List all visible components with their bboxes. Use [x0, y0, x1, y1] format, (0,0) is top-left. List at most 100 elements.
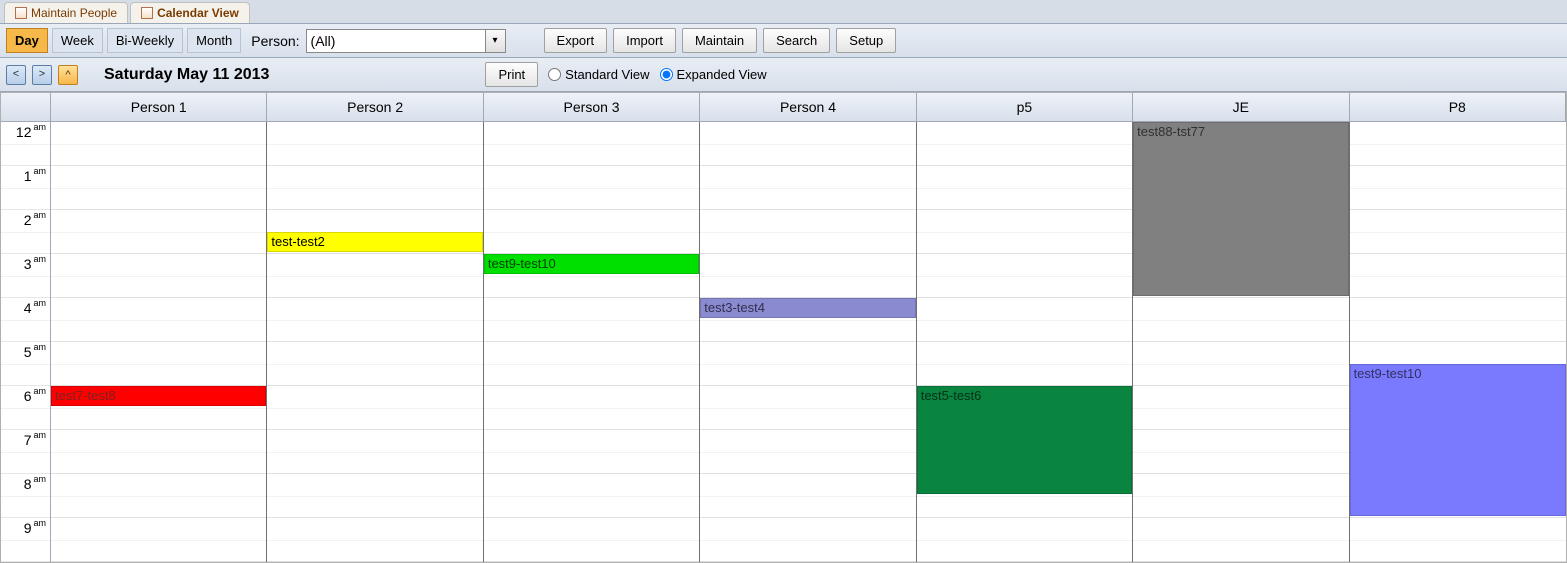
- hour-cell[interactable]: [917, 122, 1132, 166]
- hour-cell[interactable]: [700, 122, 915, 166]
- hour-cell[interactable]: [51, 210, 266, 254]
- range-month-button[interactable]: Month: [187, 28, 241, 53]
- hour-cell[interactable]: [917, 166, 1132, 210]
- hour-cell[interactable]: [267, 430, 482, 474]
- hour-cell[interactable]: [51, 298, 266, 342]
- export-button[interactable]: Export: [544, 28, 608, 53]
- time-row: 4am: [1, 298, 50, 342]
- hour-cell[interactable]: [267, 342, 482, 386]
- print-button[interactable]: Print: [485, 62, 538, 87]
- next-day-button[interactable]: >: [32, 65, 52, 85]
- hour-cell[interactable]: [917, 298, 1132, 342]
- hour-cell[interactable]: [484, 430, 699, 474]
- ampm-label: am: [33, 298, 46, 308]
- hour-cell[interactable]: [1133, 518, 1348, 562]
- hour-cell[interactable]: [700, 386, 915, 430]
- time-row: 12am: [1, 122, 50, 166]
- hour-cell[interactable]: [51, 122, 266, 166]
- hour-cell[interactable]: [1350, 166, 1566, 210]
- hour-cell[interactable]: [1350, 122, 1566, 166]
- hour-cell[interactable]: [51, 474, 266, 518]
- person-column[interactable]: test88-tst77: [1133, 122, 1349, 562]
- hour-cell[interactable]: [484, 518, 699, 562]
- hour-cell[interactable]: [484, 122, 699, 166]
- hour-cell[interactable]: [917, 342, 1132, 386]
- hour-cell[interactable]: [700, 474, 915, 518]
- hour-cell[interactable]: [484, 166, 699, 210]
- person-column[interactable]: test7-test8: [51, 122, 267, 562]
- ampm-label: am: [33, 210, 46, 220]
- hour-cell[interactable]: [700, 166, 915, 210]
- maintain-button[interactable]: Maintain: [682, 28, 757, 53]
- calendar-event[interactable]: test5-test6: [917, 386, 1132, 494]
- setup-button[interactable]: Setup: [836, 28, 896, 53]
- range-day-button[interactable]: Day: [6, 28, 48, 53]
- person-select[interactable]: [306, 29, 486, 53]
- expanded-view-radio-wrap[interactable]: Expanded View: [660, 67, 767, 82]
- hour-cell[interactable]: [484, 474, 699, 518]
- hour-cell[interactable]: [1350, 254, 1566, 298]
- person-select-dropdown-button[interactable]: ▾: [486, 29, 506, 53]
- standard-view-radio-wrap[interactable]: Standard View: [548, 67, 649, 82]
- person-column[interactable]: test9-test10: [484, 122, 700, 562]
- hour-cell[interactable]: [51, 254, 266, 298]
- hour-cell[interactable]: [1350, 518, 1566, 562]
- hour-cell[interactable]: [267, 518, 482, 562]
- import-button[interactable]: Import: [613, 28, 676, 53]
- search-button[interactable]: Search: [763, 28, 830, 53]
- tab-maintain-people[interactable]: Maintain People: [4, 2, 128, 23]
- time-row: 6am: [1, 386, 50, 430]
- time-row: 2am: [1, 210, 50, 254]
- hour-cell[interactable]: [484, 342, 699, 386]
- col-header: p5: [917, 93, 1133, 121]
- person-column[interactable]: test5-test6: [917, 122, 1133, 562]
- hour-cell[interactable]: [700, 254, 915, 298]
- hour-cell[interactable]: [484, 298, 699, 342]
- calendar-event[interactable]: test9-test10: [484, 254, 699, 274]
- hour-cell[interactable]: [917, 254, 1132, 298]
- calendar-event[interactable]: test-test2: [267, 232, 482, 252]
- person-column[interactable]: test-test2: [267, 122, 483, 562]
- current-date-label: Saturday May 11 2013: [104, 66, 269, 84]
- hour-cell[interactable]: [700, 210, 915, 254]
- header-corner: [1, 93, 51, 121]
- hour-cell[interactable]: [700, 518, 915, 562]
- expanded-view-radio[interactable]: [660, 68, 673, 81]
- tab-calendar-view[interactable]: Calendar View: [130, 2, 250, 23]
- calendar-event[interactable]: test9-test10: [1350, 364, 1566, 516]
- calendar-event[interactable]: test88-tst77: [1133, 122, 1348, 296]
- person-column[interactable]: test9-test10: [1350, 122, 1566, 562]
- hour-cell[interactable]: [1350, 298, 1566, 342]
- standard-view-radio[interactable]: [548, 68, 561, 81]
- hour-cell[interactable]: [267, 474, 482, 518]
- hour-cell[interactable]: [917, 518, 1132, 562]
- hour-cell[interactable]: [484, 386, 699, 430]
- hour-cell[interactable]: [267, 254, 482, 298]
- range-biweekly-button[interactable]: Bi-Weekly: [107, 28, 183, 53]
- hour-cell[interactable]: [1133, 386, 1348, 430]
- hour-cell[interactable]: [51, 430, 266, 474]
- hour-cell[interactable]: [700, 342, 915, 386]
- hour-cell[interactable]: [51, 518, 266, 562]
- calendar-event[interactable]: test7-test8: [51, 386, 266, 406]
- hour-cell[interactable]: [267, 122, 482, 166]
- hour-cell[interactable]: [267, 298, 482, 342]
- hour-cell[interactable]: [917, 210, 1132, 254]
- hour-cell[interactable]: [1133, 342, 1348, 386]
- hour-cell[interactable]: [1133, 474, 1348, 518]
- hour-cell[interactable]: [267, 166, 482, 210]
- hour-cell[interactable]: [267, 386, 482, 430]
- hour-cell[interactable]: [51, 166, 266, 210]
- hour-cell[interactable]: [1133, 430, 1348, 474]
- hour-cell[interactable]: [51, 342, 266, 386]
- range-week-button[interactable]: Week: [52, 28, 103, 53]
- prev-day-button[interactable]: <: [6, 65, 26, 85]
- hour-cell[interactable]: [1133, 298, 1348, 342]
- person-column[interactable]: test3-test4: [700, 122, 916, 562]
- hour-cell[interactable]: [1350, 210, 1566, 254]
- ampm-label: am: [33, 518, 46, 528]
- hour-cell[interactable]: [700, 430, 915, 474]
- jump-button[interactable]: ^: [58, 65, 78, 85]
- hour-cell[interactable]: [484, 210, 699, 254]
- calendar-event[interactable]: test3-test4: [700, 298, 915, 318]
